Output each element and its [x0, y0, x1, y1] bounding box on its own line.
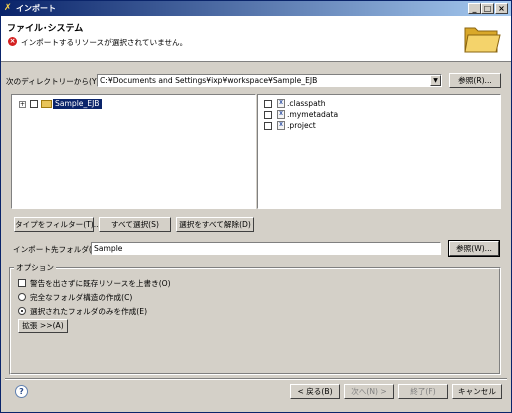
- file-checkbox[interactable]: [264, 111, 272, 119]
- selected-only-radio[interactable]: [18, 307, 26, 315]
- source-dir-label: 次のディレクトリーから(Y):: [6, 77, 103, 86]
- file-checkbox[interactable]: [264, 100, 272, 108]
- tree-item-label[interactable]: Sample_EJB: [53, 99, 102, 109]
- advanced-button[interactable]: 拡張 >>(A): [18, 319, 68, 333]
- filter-types-button[interactable]: タイプをフィルター(T)...: [14, 217, 101, 232]
- cancel-button[interactable]: キャンセル: [452, 384, 502, 399]
- window-icon: ✗: [4, 3, 12, 13]
- full-structure-label[interactable]: 完全なフォルダ構造の作成(C): [30, 292, 132, 303]
- finish-button[interactable]: 終了(F): [398, 384, 448, 399]
- page-title: ファイル･システム: [7, 24, 84, 34]
- file-icon: X: [277, 99, 285, 108]
- source-dir-value: C:¥Documents and Settings¥ixp¥workspace¥…: [100, 76, 318, 85]
- chevron-down-icon[interactable]: ▼: [430, 75, 441, 86]
- import-dialog: ✗ インポート _ □ × ファイル･システム × インポートするリソースが選択…: [0, 0, 512, 413]
- deselect-all-button[interactable]: 選択をすべて解除(D): [176, 217, 254, 232]
- file-label[interactable]: .classpath: [287, 99, 326, 108]
- source-dir-combo[interactable]: C:¥Documents and Settings¥ixp¥workspace¥…: [97, 74, 442, 87]
- file-checkbox[interactable]: [264, 122, 272, 130]
- folder-tree[interactable]: + Sample_EJB: [11, 94, 256, 209]
- footer-separator: [5, 378, 507, 380]
- select-all-button[interactable]: すべて選択(S): [99, 217, 171, 232]
- back-button[interactable]: < 戻る(B): [290, 384, 340, 399]
- selected-only-label[interactable]: 選択されたフォルダのみを作成(E): [30, 306, 147, 317]
- folder-banner-icon: [464, 27, 501, 53]
- error-icon: ×: [8, 37, 17, 46]
- dest-folder-label: インポート先フォルダ(L):: [13, 245, 102, 254]
- minimize-button[interactable]: _: [468, 3, 481, 14]
- error-message: インポートするリソースが選択されていません。: [21, 38, 188, 47]
- file-label[interactable]: .project: [287, 121, 316, 130]
- next-button[interactable]: 次へ(N) >: [344, 384, 394, 399]
- wizard-header: ファイル･システム × インポートするリソースが選択されていません。: [1, 16, 511, 62]
- overwrite-label[interactable]: 警告を出さずに既存リソースを上書き(O): [30, 278, 171, 289]
- file-list[interactable]: X .classpath X .mymetadata X .project: [257, 94, 501, 209]
- overwrite-checkbox[interactable]: [18, 279, 26, 287]
- help-icon[interactable]: ?: [15, 385, 28, 398]
- expand-icon[interactable]: +: [19, 101, 26, 108]
- title-bar: ✗ インポート _ □ ×: [1, 1, 511, 16]
- maximize-button[interactable]: □: [481, 3, 494, 14]
- close-button[interactable]: ×: [495, 3, 508, 14]
- window-title: インポート: [16, 4, 56, 13]
- dest-folder-value: Sample: [94, 244, 123, 253]
- source-browse-button[interactable]: 参照(R)...: [449, 73, 501, 88]
- full-structure-radio[interactable]: [18, 293, 26, 301]
- options-group-label: オプション: [14, 262, 56, 273]
- dest-browse-button[interactable]: 参照(W)...: [448, 240, 500, 257]
- tree-item-checkbox[interactable]: [30, 100, 38, 108]
- file-icon: X: [277, 121, 285, 130]
- file-icon: X: [277, 110, 285, 119]
- file-label[interactable]: .mymetadata: [287, 110, 338, 119]
- dest-folder-input[interactable]: Sample: [91, 242, 441, 255]
- folder-icon: [41, 100, 52, 108]
